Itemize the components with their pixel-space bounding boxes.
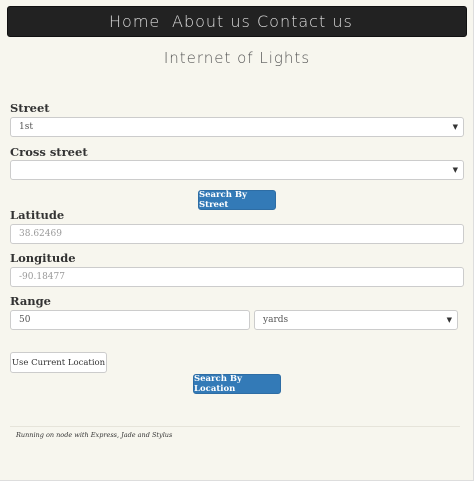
street-select-value: 1st	[19, 122, 33, 132]
search-by-location-button[interactable]: Search By Location	[193, 374, 281, 394]
range-value: 50	[19, 315, 31, 325]
footer-divider	[10, 426, 460, 427]
cross-street-label: Cross street	[10, 145, 88, 159]
nav-home[interactable]: Home	[109, 12, 160, 31]
street-label: Street	[10, 101, 50, 115]
range-unit-select[interactable]: yards ▼	[254, 310, 458, 330]
navbar: Home About us Contact us	[7, 6, 467, 37]
footer-text: Running on node with Express, Jade and S…	[16, 431, 173, 439]
caret-down-icon: ▼	[452, 166, 458, 174]
latitude-input[interactable]: 38.62469	[10, 224, 464, 244]
cross-street-select[interactable]: ▼	[10, 160, 464, 180]
longitude-label: Longitude	[10, 251, 76, 265]
range-input[interactable]: 50	[10, 310, 250, 330]
nav-about-us[interactable]: About us	[172, 12, 251, 31]
caret-down-icon: ▼	[452, 123, 458, 131]
latitude-label: Latitude	[10, 208, 65, 222]
street-select[interactable]: 1st ▼	[10, 117, 464, 137]
caret-down-icon: ▼	[446, 316, 452, 324]
longitude-value: -90.18477	[19, 272, 65, 282]
longitude-input[interactable]: -90.18477	[10, 267, 464, 287]
nav-contact-us[interactable]: Contact us	[257, 12, 353, 31]
range-label: Range	[10, 294, 51, 308]
use-current-location-button[interactable]: Use Current Location	[10, 352, 107, 373]
page-title: Internet of Lights	[163, 49, 311, 67]
range-unit-value: yards	[263, 315, 289, 325]
latitude-value: 38.62469	[19, 229, 62, 239]
search-by-street-button[interactable]: Search By Street	[198, 190, 276, 210]
